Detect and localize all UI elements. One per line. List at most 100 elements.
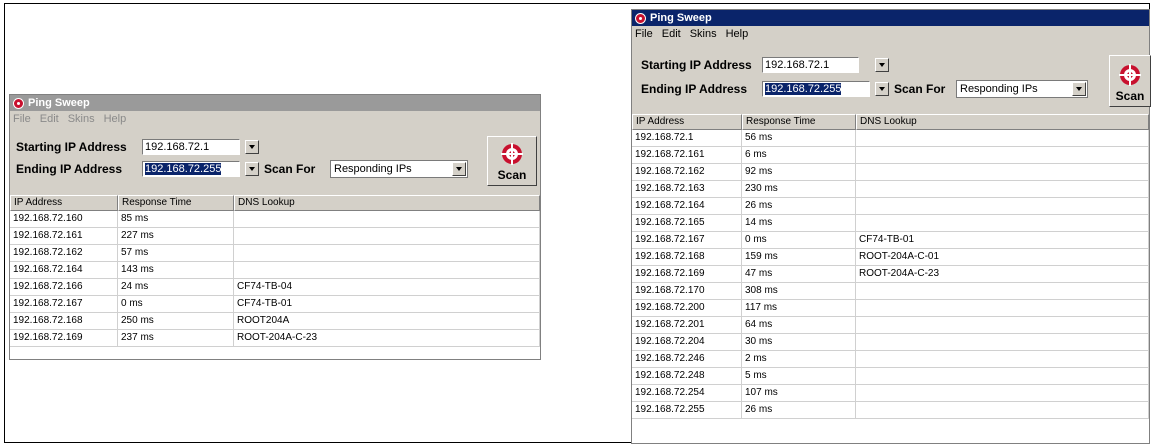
table-row[interactable]: 192.168.72.255 26 ms	[632, 402, 1149, 419]
table-row[interactable]: 192.168.72.164 143 ms	[10, 262, 540, 279]
column-header-response[interactable]: Response Time	[742, 114, 856, 130]
table-row[interactable]: 192.168.72.167 0 ms CF74-TB-01	[10, 296, 540, 313]
ip-cell: 192.168.72.167	[10, 296, 118, 313]
title-bar[interactable]: Ping Sweep	[10, 95, 540, 111]
table-row[interactable]: 192.168.72.204 30 ms	[632, 334, 1149, 351]
table-row[interactable]: 192.168.72.164 26 ms	[632, 198, 1149, 215]
table-row[interactable]: 192.168.72.248 5 ms	[632, 368, 1149, 385]
menu-edit[interactable]: Edit	[662, 28, 681, 40]
table-row[interactable]: 192.168.72.162 92 ms	[632, 164, 1149, 181]
column-header-ip[interactable]: IP Address	[10, 195, 118, 211]
dns-cell	[856, 368, 1149, 385]
table-row[interactable]: 192.168.72.160 85 ms	[10, 211, 540, 228]
dns-cell	[856, 283, 1149, 300]
table-row[interactable]: 192.168.72.161 6 ms	[632, 147, 1149, 164]
response-time-cell: 107 ms	[742, 385, 856, 402]
menu-bar: File Edit Skins Help	[632, 26, 1149, 42]
table-row[interactable]: 192.168.72.168 250 ms ROOT204A	[10, 313, 540, 330]
response-time-cell: 14 ms	[742, 215, 856, 232]
dns-cell: CF74-TB-04	[234, 279, 540, 296]
starting-ip-dropdown-button[interactable]	[245, 140, 259, 154]
starting-ip-label: Starting IP Address	[641, 58, 752, 72]
dns-cell	[234, 228, 540, 245]
menu-help[interactable]: Help	[726, 28, 749, 40]
menu-file[interactable]: File	[635, 28, 653, 40]
ping-sweep-window-right: Ping Sweep File Edit Skins Help Starting…	[631, 9, 1151, 444]
table-row[interactable]: 192.168.72.162 57 ms	[10, 245, 540, 262]
table-row[interactable]: 192.168.72.163 230 ms	[632, 181, 1149, 198]
menu-help[interactable]: Help	[104, 113, 127, 125]
ending-ip-input[interactable]: 192.168.72.255	[762, 81, 870, 97]
table-header: IP Address Response Time DNS Lookup	[632, 114, 1149, 130]
title-bar[interactable]: Ping Sweep	[632, 10, 1149, 26]
column-header-ip[interactable]: IP Address	[632, 114, 742, 130]
column-header-response[interactable]: Response Time	[118, 195, 234, 211]
response-time-cell: 159 ms	[742, 249, 856, 266]
starting-ip-dropdown-button[interactable]	[875, 58, 889, 72]
table-row[interactable]: 192.168.72.169 237 ms ROOT-204A-C-23	[10, 330, 540, 347]
scan-button-label: Scan	[1115, 89, 1145, 103]
menu-edit[interactable]: Edit	[40, 113, 59, 125]
table-row[interactable]: 192.168.72.167 0 ms CF74-TB-01	[632, 232, 1149, 249]
dns-cell: CF74-TB-01	[234, 296, 540, 313]
table-row[interactable]: 192.168.72.168 159 ms ROOT-204A-C-01	[632, 249, 1149, 266]
chevron-down-icon[interactable]	[452, 162, 466, 176]
ping-sweep-app-icon	[635, 12, 646, 24]
scan-button[interactable]: Scan	[487, 136, 537, 186]
dns-cell	[856, 130, 1149, 147]
scan-for-select[interactable]: Responding IPs	[956, 80, 1088, 98]
response-time-cell: 30 ms	[742, 334, 856, 351]
table-row[interactable]: 192.168.72.169 47 ms ROOT-204A-C-23	[632, 266, 1149, 283]
response-time-cell: 227 ms	[118, 228, 234, 245]
response-time-cell: 143 ms	[118, 262, 234, 279]
dns-cell: CF74-TB-01	[856, 232, 1149, 249]
scan-for-label: Scan For	[894, 82, 946, 96]
ip-cell: 192.168.72.166	[10, 279, 118, 296]
table-row[interactable]: 192.168.72.170 308 ms	[632, 283, 1149, 300]
ip-cell: 192.168.72.246	[632, 351, 742, 368]
dns-cell: ROOT-204A-C-01	[856, 249, 1149, 266]
response-time-cell: 26 ms	[742, 198, 856, 215]
table-row[interactable]: 192.168.72.200 117 ms	[632, 300, 1149, 317]
ending-ip-input[interactable]: 192.168.72.255	[142, 161, 240, 177]
response-time-cell: 24 ms	[118, 279, 234, 296]
response-time-cell: 117 ms	[742, 300, 856, 317]
table-row[interactable]: 192.168.72.161 227 ms	[10, 228, 540, 245]
ip-cell: 192.168.72.168	[632, 249, 742, 266]
ending-ip-dropdown-button[interactable]	[245, 162, 259, 176]
menu-skins[interactable]: Skins	[690, 28, 717, 40]
table-row[interactable]: 192.168.72.201 64 ms	[632, 317, 1149, 334]
results-table: IP Address Response Time DNS Lookup 192.…	[632, 114, 1149, 443]
ip-cell: 192.168.72.168	[10, 313, 118, 330]
table-header: IP Address Response Time DNS Lookup	[10, 195, 540, 211]
menu-skins[interactable]: Skins	[68, 113, 95, 125]
chevron-down-icon[interactable]	[1072, 82, 1086, 96]
ip-cell: 192.168.72.254	[632, 385, 742, 402]
table-row[interactable]: 192.168.72.246 2 ms	[632, 351, 1149, 368]
starting-ip-input[interactable]: 192.168.72.1	[762, 57, 859, 73]
column-header-dns[interactable]: DNS Lookup	[234, 195, 540, 211]
dns-cell	[856, 215, 1149, 232]
response-time-cell: 56 ms	[742, 130, 856, 147]
response-time-cell: 5 ms	[742, 368, 856, 385]
ip-cell: 192.168.72.255	[632, 402, 742, 419]
column-header-dns[interactable]: DNS Lookup	[856, 114, 1149, 130]
table-row[interactable]: 192.168.72.165 14 ms	[632, 215, 1149, 232]
ip-cell: 192.168.72.248	[632, 368, 742, 385]
ip-cell: 192.168.72.1	[632, 130, 742, 147]
ip-cell: 192.168.72.164	[10, 262, 118, 279]
dns-cell	[856, 334, 1149, 351]
menu-file[interactable]: File	[13, 113, 31, 125]
ping-sweep-window-left: Ping Sweep File Edit Skins Help Starting…	[9, 94, 541, 360]
table-row[interactable]: 192.168.72.1 56 ms	[632, 130, 1149, 147]
table-row[interactable]: 192.168.72.166 24 ms CF74-TB-04	[10, 279, 540, 296]
scan-button[interactable]: Scan	[1109, 55, 1151, 107]
ending-ip-dropdown-button[interactable]	[875, 82, 889, 96]
starting-ip-input[interactable]: 192.168.72.1	[142, 139, 240, 155]
scan-for-select[interactable]: Responding IPs	[330, 160, 468, 178]
dns-cell	[234, 262, 540, 279]
response-time-cell: 250 ms	[118, 313, 234, 330]
dns-cell	[856, 181, 1149, 198]
table-row[interactable]: 192.168.72.254 107 ms	[632, 385, 1149, 402]
response-time-cell: 57 ms	[118, 245, 234, 262]
